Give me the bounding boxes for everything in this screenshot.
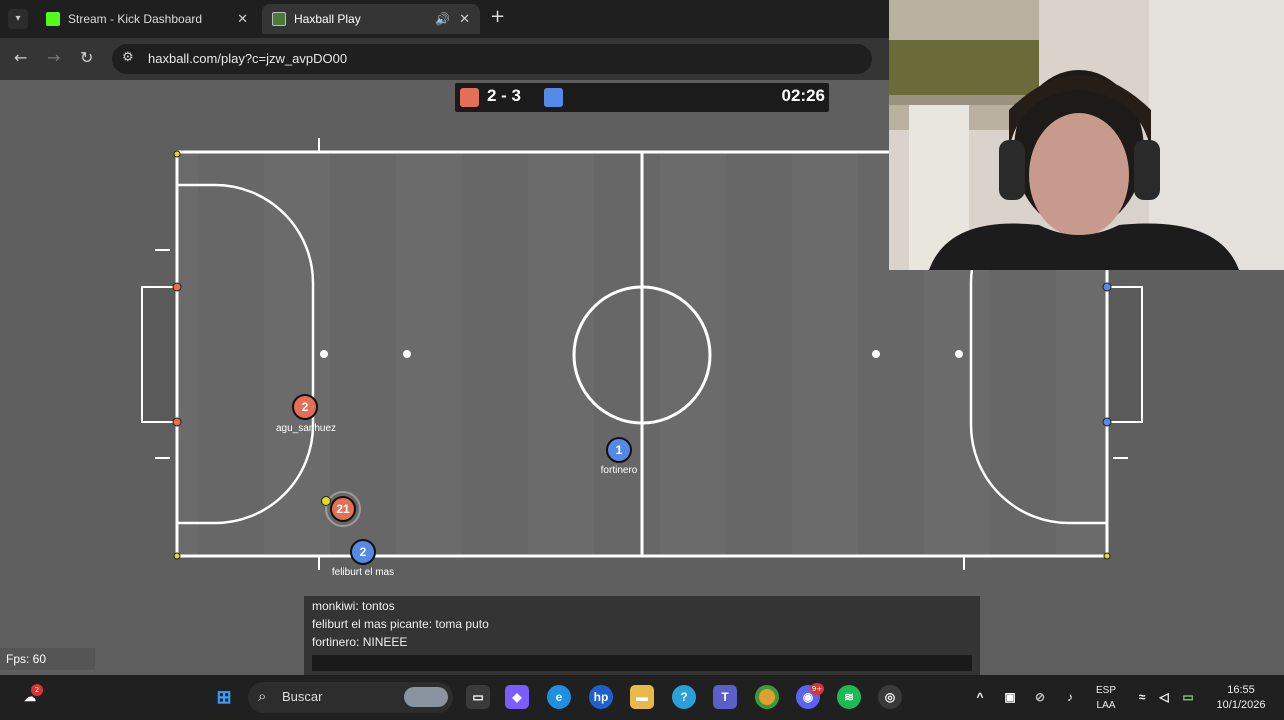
tab-haxball-play[interactable]: Haxball Play 🔊 ✕ xyxy=(262,4,480,34)
battery-icon[interactable]: ▭ xyxy=(1176,685,1200,709)
teams-icon[interactable]: T xyxy=(713,685,737,709)
speaker-icon[interactable]: 🔊 xyxy=(435,4,450,34)
reload-icon[interactable]: ↻ xyxy=(80,48,93,67)
back-arrow-icon[interactable]: ← xyxy=(14,48,27,67)
scoreboard: 2 - 3 02:26 xyxy=(455,83,829,112)
player-name: feliburt el mas xyxy=(331,567,395,578)
player-blue: 1 xyxy=(606,437,632,463)
right-goal xyxy=(1107,286,1143,423)
red-team-badge xyxy=(460,88,479,107)
tab-title: Stream - Kick Dashboard xyxy=(68,12,203,26)
address-bar[interactable]: ⚙ haxball.com/play?c=jzw_avpDO00 xyxy=(112,44,872,74)
chat-box: monkiwi: tontos feliburt el mas picante:… xyxy=(304,596,980,675)
close-icon[interactable]: ✕ xyxy=(237,4,248,34)
chat-message: fortinero: NINEEE xyxy=(312,635,408,649)
webcam-overlay xyxy=(889,0,1284,270)
fps-counter: Fps: 60 xyxy=(0,648,95,670)
score-text: 2 - 3 xyxy=(487,86,522,105)
chrome-icon[interactable] xyxy=(755,685,779,709)
discord-badge: 9+ xyxy=(810,683,824,695)
chevron-up-icon[interactable]: ^ xyxy=(968,685,992,709)
player-red: 21 xyxy=(330,496,356,522)
player-name: fortinero xyxy=(600,465,638,476)
language-code[interactable]: ESP xyxy=(1094,685,1118,696)
weather-badge: 2 xyxy=(31,684,43,696)
clock-date[interactable]: 10/1/2026 xyxy=(1206,699,1276,711)
screen: ▾ Stream - Kick Dashboard ✕ Haxball Play… xyxy=(0,0,1284,720)
url-text[interactable]: haxball.com/play?c=jzw_avpDO00 xyxy=(148,51,347,66)
file-explorer-icon[interactable]: ▬ xyxy=(630,685,654,709)
spotify-icon[interactable]: ≋ xyxy=(837,685,861,709)
windows-taskbar: ☁ 2 ⊞ ⌕ Buscar ▭ ◆ e hp ▬ ? T ◉ 9+ ≋ ◎ ^… xyxy=(0,675,1284,720)
close-icon[interactable]: ✕ xyxy=(459,4,470,34)
tab-kick-dashboard[interactable]: Stream - Kick Dashboard ✕ xyxy=(36,4,258,34)
tab-search-icon[interactable]: ▾ xyxy=(8,9,28,29)
haxball-icon xyxy=(272,12,286,26)
player-name: agu_sanhuez xyxy=(275,423,337,434)
keyboard-layout[interactable]: LAA xyxy=(1094,700,1118,711)
obs-icon[interactable]: ◎ xyxy=(878,685,902,709)
tab-title: Haxball Play xyxy=(294,12,361,26)
taskbar-search[interactable]: ⌕ Buscar xyxy=(248,682,453,713)
eye-off-icon[interactable]: ⊘ xyxy=(1028,685,1052,709)
edge-icon[interactable]: e xyxy=(547,685,571,709)
microphone-icon[interactable]: ♪ xyxy=(1058,685,1082,709)
chat-message: feliburt el mas picante: toma puto xyxy=(312,617,489,631)
search-icon: ⌕ xyxy=(258,687,267,705)
windows-start-icon[interactable]: ⊞ xyxy=(212,685,236,709)
task-view-icon[interactable]: ▭ xyxy=(466,685,490,709)
ball xyxy=(321,496,331,506)
blue-team-badge xyxy=(544,88,563,107)
support-icon[interactable]: ? xyxy=(672,685,696,709)
new-tab-button[interactable]: + xyxy=(490,6,505,27)
left-goal xyxy=(141,286,177,423)
player-blue: 2 xyxy=(350,539,376,565)
search-input[interactable]: Buscar xyxy=(282,689,322,704)
chat-message: monkiwi: tontos xyxy=(312,599,395,613)
search-highlight-icon xyxy=(404,687,448,707)
volume-icon[interactable]: ◁ xyxy=(1152,685,1176,709)
hp-icon[interactable]: hp xyxy=(589,685,613,709)
clock-time[interactable]: 16:55 xyxy=(1206,684,1276,696)
chat-input[interactable] xyxy=(312,655,972,671)
wifi-icon[interactable]: ≈ xyxy=(1130,685,1154,709)
forward-arrow-icon[interactable]: → xyxy=(47,48,60,67)
match-timer: 02:26 xyxy=(781,86,825,105)
tray-app-icon[interactable]: ▣ xyxy=(998,685,1022,709)
kick-icon xyxy=(46,12,60,26)
player-red: 2 xyxy=(292,394,318,420)
site-settings-icon[interactable]: ⚙ xyxy=(122,50,134,65)
copilot-icon[interactable]: ◆ xyxy=(505,685,529,709)
